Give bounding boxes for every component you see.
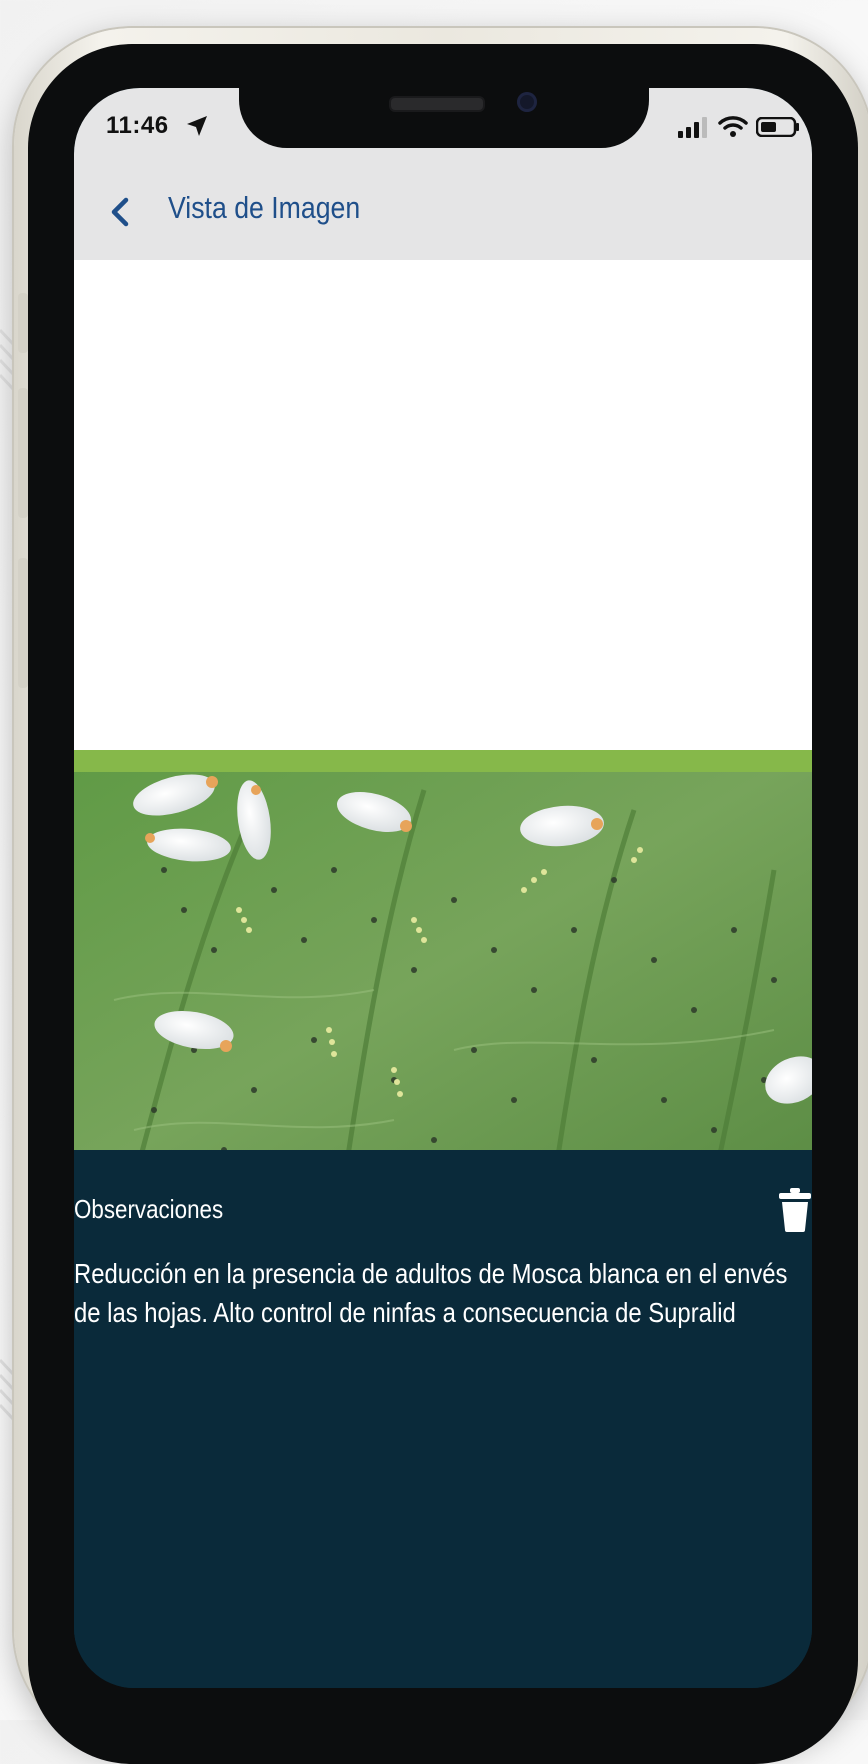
- back-button[interactable]: [102, 192, 138, 232]
- location-arrow-icon: [187, 116, 207, 136]
- notch: [239, 88, 649, 148]
- battery-icon: [756, 117, 799, 137]
- app-screen: 11:46 Vista de Imagen Observaciones Redu…: [74, 88, 812, 1688]
- volume-down-button: [18, 558, 28, 688]
- front-camera: [517, 92, 537, 112]
- signal-icon: [678, 117, 707, 138]
- whitefly-photo[interactable]: [74, 750, 812, 1182]
- wifi-icon: [718, 116, 748, 137]
- image-viewer: [74, 260, 812, 1182]
- volume-up-button: [18, 388, 28, 518]
- speaker: [389, 96, 485, 112]
- header: 11:46 Vista de Imagen: [74, 88, 812, 260]
- observations-label: Observaciones: [74, 1194, 224, 1224]
- status-time: 11:46: [106, 112, 169, 139]
- page-title: Vista de Imagen: [168, 190, 361, 225]
- observations-text: Reducción en la presencia de adultos de …: [74, 1258, 788, 1328]
- mute-switch: [18, 293, 28, 353]
- trash-icon[interactable]: [778, 1188, 812, 1232]
- observations-panel: Observaciones Reducción en la presencia …: [74, 1150, 812, 1688]
